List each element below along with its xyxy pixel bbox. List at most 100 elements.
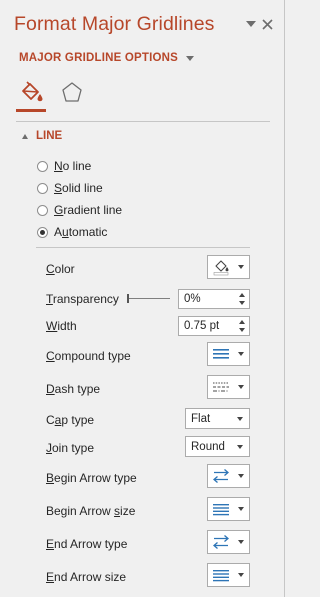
end-arrow-type-label: End Arrow type: [46, 537, 127, 551]
end-arrow-size-label: End Arrow size: [46, 570, 126, 584]
begin-arrow-type-label: Begin Arrow type: [46, 471, 137, 485]
label-key: B: [46, 471, 55, 485]
arrow-type-icon: [208, 465, 234, 487]
pane-options-chevron-icon[interactable]: [244, 17, 258, 31]
tab-divider: [16, 121, 270, 122]
chevron-down-icon: [237, 445, 243, 449]
label-key: W: [46, 319, 58, 333]
dash-lines-icon: [208, 376, 234, 398]
pane-title: Format Major Gridlines: [14, 13, 215, 35]
color-label: Color: [46, 262, 75, 276]
label-pre: C: [46, 413, 55, 427]
label-key: C: [46, 349, 55, 363]
radio-button: [37, 182, 48, 194]
solid-line-radio[interactable]: Solid line: [37, 181, 103, 195]
chevron-down-icon: [238, 265, 244, 269]
radio-key: N: [54, 159, 63, 173]
radio-label: olid line: [62, 181, 103, 195]
chevron-down-icon: [186, 55, 195, 61]
arrow-size-icon: [208, 564, 234, 586]
label-key: E: [46, 537, 55, 551]
label-key: C: [46, 262, 55, 276]
options-dropdown-label: MAJOR GRIDLINE OPTIONS: [19, 52, 179, 64]
end-arrow-size-button[interactable]: [207, 563, 250, 587]
slider-thumb[interactable]: [127, 294, 129, 303]
chevron-down-icon: [238, 573, 244, 577]
arrow-size-icon: [208, 498, 234, 520]
label-text: oin type: [52, 441, 95, 455]
compound-lines-icon: [208, 343, 234, 365]
transparency-input[interactable]: 0%: [178, 289, 250, 309]
width-input[interactable]: 0.75 pt: [178, 316, 250, 336]
gradient-line-radio[interactable]: Gradient line: [37, 203, 122, 217]
begin-arrow-type-button[interactable]: [207, 464, 250, 488]
automatic-radio[interactable]: Au tomatic: [37, 225, 107, 239]
label-text: ransparency: [52, 292, 119, 306]
radio-label: o line: [62, 159, 92, 173]
radio-key: G: [54, 203, 64, 217]
transparency-label: Transparency: [46, 292, 119, 306]
pentagon-icon: [62, 82, 82, 102]
label-text: nd Arrow size: [54, 570, 127, 584]
radio-label: radient line: [63, 203, 123, 217]
join-type-label: Join type: [46, 441, 94, 455]
join-type-select[interactable]: Round: [185, 436, 250, 457]
begin-arrow-size-label: Begin Arrow size: [46, 504, 135, 518]
tab-effects[interactable]: [59, 80, 85, 106]
transparency-value: 0%: [184, 293, 201, 305]
join-type-value: Round: [191, 440, 225, 453]
chevron-down-icon: [237, 417, 243, 421]
begin-arrow-size-button[interactable]: [207, 497, 250, 521]
cap-type-label: Cap type: [46, 413, 94, 427]
spinner-arrows[interactable]: [239, 292, 246, 306]
spin-up-icon[interactable]: [239, 320, 245, 324]
label-key: T: [46, 292, 53, 306]
compound-type-label: Compound type: [46, 349, 131, 363]
spinner-arrows[interactable]: [239, 319, 246, 333]
label-text: p type: [61, 413, 95, 427]
label-text: egin Arrow type: [54, 471, 137, 485]
transparency-slider[interactable]: [128, 298, 170, 299]
paint-bucket-icon: [22, 81, 43, 102]
collapse-triangle-icon: [22, 133, 28, 139]
outline-color-icon: [208, 256, 234, 278]
radio-label: tomatic: [68, 225, 108, 239]
dash-type-button[interactable]: [207, 375, 250, 399]
label-text: idth: [57, 319, 77, 333]
label-text: ash type: [54, 382, 101, 396]
line-section-header[interactable]: LINE: [22, 130, 62, 142]
label-key: E: [46, 570, 55, 584]
width-value: 0.75 pt: [184, 320, 220, 332]
end-arrow-type-button[interactable]: [207, 530, 250, 554]
arrow-type-icon: [208, 531, 234, 553]
label-text: olor: [54, 262, 75, 276]
spin-down-icon[interactable]: [239, 328, 245, 332]
section-divider: [36, 247, 250, 248]
cap-type-select[interactable]: Flat: [185, 408, 250, 429]
spin-down-icon[interactable]: [239, 301, 245, 305]
format-pane: Format Major Gridlines MAJOR GRIDLINE OP…: [0, 0, 285, 597]
chevron-down-icon: [238, 474, 244, 478]
tab-fill-line[interactable]: [18, 80, 44, 106]
options-dropdown[interactable]: MAJOR GRIDLINE OPTIONS: [19, 52, 195, 64]
color-picker-button[interactable]: [207, 255, 250, 279]
radio-button: [37, 160, 48, 172]
selected-tab-indicator: [16, 109, 46, 112]
radio-label-pre: A: [54, 225, 63, 239]
radio-button-selected: [37, 226, 48, 238]
close-icon[interactable]: [260, 17, 274, 31]
label-text: ize: [120, 504, 136, 518]
spin-up-icon[interactable]: [239, 293, 245, 297]
compound-type-button[interactable]: [207, 342, 250, 366]
chevron-down-icon: [238, 540, 244, 544]
no-line-radio[interactable]: No line: [37, 159, 91, 173]
cap-type-value: Flat: [191, 412, 211, 425]
label-key: D: [46, 382, 55, 396]
label-pre: Begin Arrow: [46, 504, 115, 518]
radio-key: u: [62, 225, 69, 239]
radio-button: [37, 204, 48, 216]
label-text: nd Arrow type: [54, 537, 128, 551]
radio-key: S: [54, 181, 63, 195]
label-text: ompound type: [54, 349, 131, 363]
line-section-label: LINE: [36, 130, 63, 142]
